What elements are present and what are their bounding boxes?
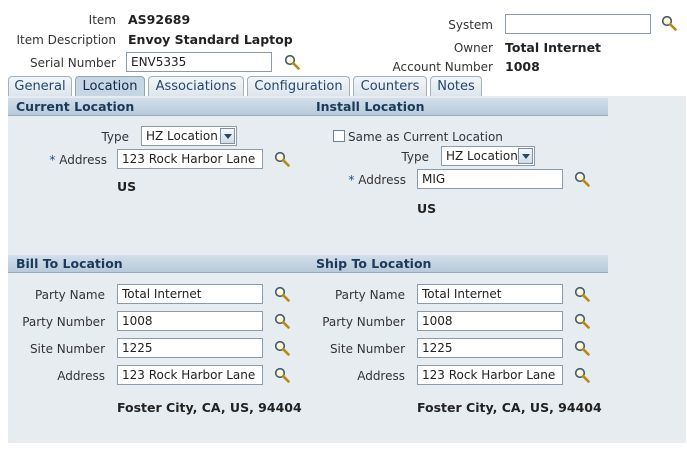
ship-party-name-input[interactable] — [417, 284, 563, 304]
system-search-icon[interactable] — [661, 15, 677, 31]
current-address-label: * Address — [49, 153, 107, 167]
ship-site-number-search-icon[interactable] — [574, 340, 590, 356]
tab-associations[interactable]: Associations — [148, 76, 244, 96]
tab-location[interactable]: Location — [75, 76, 145, 96]
bill-party-name-search-icon[interactable] — [274, 286, 290, 302]
current-address-search-icon[interactable] — [274, 151, 290, 167]
bill-address-label: Address — [57, 369, 105, 383]
account-number-label: Account Number — [392, 60, 493, 74]
owner-label: Owner — [453, 41, 493, 55]
bill-party-number-input[interactable] — [117, 311, 263, 331]
same-as-current-label: Same as Current Location — [348, 130, 503, 144]
bill-party-number-search-icon[interactable] — [274, 313, 290, 329]
install-location-header: Install Location — [308, 98, 608, 116]
bill-party-number-label: Party Number — [22, 315, 105, 329]
ship-party-name-search-icon[interactable] — [574, 286, 590, 302]
ship-site-number-input[interactable] — [417, 338, 563, 358]
bill-address-input[interactable] — [117, 365, 263, 385]
owner-value: Total Internet — [505, 40, 602, 55]
serial-number-search-icon[interactable] — [284, 54, 300, 70]
ship-to-location-header: Ship To Location — [308, 255, 608, 273]
install-address-search-icon[interactable] — [574, 171, 590, 187]
ship-site-number-label: Site Number — [329, 342, 405, 356]
install-address-input[interactable] — [417, 169, 563, 189]
current-address-input[interactable] — [117, 149, 263, 169]
serial-number-input[interactable] — [126, 52, 272, 72]
item-value: AS92689 — [128, 12, 191, 27]
ship-city-line: Foster City, CA, US, 94404 — [417, 400, 602, 415]
account-number-value: 1008 — [505, 59, 540, 74]
same-as-current-checkbox[interactable] — [333, 130, 345, 142]
ship-party-number-input[interactable] — [417, 311, 563, 331]
bill-address-search-icon[interactable] — [274, 367, 290, 383]
current-type-value: HZ Location — [146, 129, 218, 143]
current-location-header: Current Location — [8, 98, 308, 116]
bill-city-line: Foster City, CA, US, 94404 — [117, 400, 302, 415]
bill-party-name-input[interactable] — [117, 284, 263, 304]
current-country: US — [117, 179, 137, 194]
required-marker: * — [49, 153, 56, 167]
ship-address-label: Address — [357, 369, 405, 383]
ship-party-number-search-icon[interactable] — [574, 313, 590, 329]
system-input[interactable] — [505, 14, 651, 34]
chevron-down-icon — [220, 128, 235, 144]
bill-site-number-search-icon[interactable] — [274, 340, 290, 356]
bill-to-location-header: Bill To Location — [8, 255, 308, 273]
install-type-select[interactable]: HZ Location — [441, 146, 535, 166]
serial-number-label: Serial Number — [30, 56, 116, 70]
install-type-label: Type — [401, 150, 429, 164]
ship-address-search-icon[interactable] — [574, 367, 590, 383]
item-description-value: Envoy Standard Laptop — [128, 32, 293, 47]
current-type-select[interactable]: HZ Location — [141, 126, 237, 146]
current-type-label: Type — [101, 130, 129, 144]
bill-site-number-input[interactable] — [117, 338, 263, 358]
ship-party-number-label: Party Number — [322, 315, 405, 329]
required-marker: * — [348, 173, 355, 187]
ship-party-name-label: Party Name — [334, 288, 405, 302]
chevron-down-icon — [518, 148, 533, 164]
bill-site-number-label: Site Number — [29, 342, 105, 356]
tab-configuration[interactable]: Configuration — [247, 76, 350, 96]
system-label: System — [448, 18, 493, 32]
item-label: Item — [88, 13, 116, 27]
install-address-label: * Address — [348, 173, 406, 187]
tab-general[interactable]: General — [8, 76, 72, 96]
bill-party-name-label: Party Name — [34, 288, 105, 302]
tab-counters[interactable]: Counters — [353, 76, 427, 96]
install-type-value: HZ Location — [446, 149, 518, 163]
item-description-label: Item Description — [16, 33, 116, 47]
install-country: US — [417, 201, 437, 216]
tab-notes[interactable]: Notes — [430, 76, 482, 96]
ship-address-input[interactable] — [417, 365, 563, 385]
